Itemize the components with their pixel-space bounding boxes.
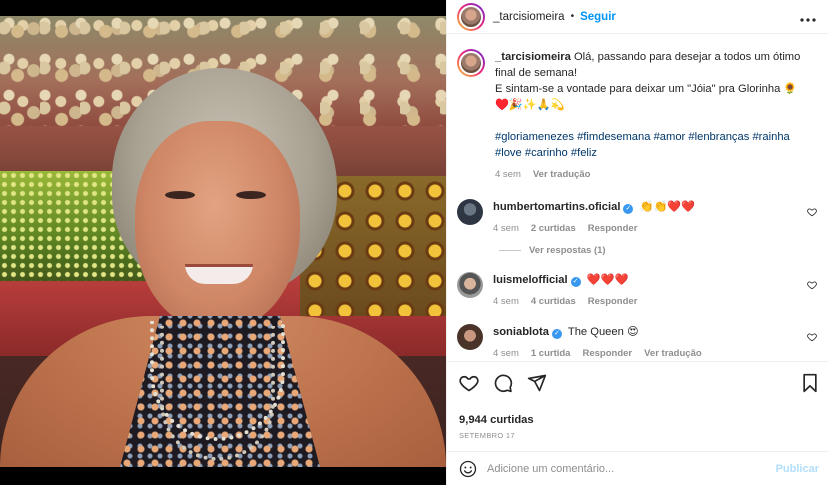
comment-time[interactable]: 4 sem: [493, 221, 519, 237]
comment-item: soniablota ✓ The Queen 😍 4 sem 1 curtida …: [457, 324, 819, 360]
comment-likes[interactable]: 1 curtida: [531, 346, 571, 360]
caption-time[interactable]: 4 sem: [495, 167, 521, 183]
comment-item: luismelofficial ✓ ❤️❤️❤️ 4 sem 4 curtidas…: [457, 272, 819, 310]
view-replies-label[interactable]: Ver respostas (1): [529, 245, 606, 256]
caption-translate[interactable]: Ver tradução: [533, 167, 591, 183]
comment-text: The Queen 😍: [567, 326, 639, 338]
comment-time[interactable]: 4 sem: [493, 346, 519, 360]
post-actions: 9,944 curtidas SETEMBRO 17: [447, 361, 828, 440]
like-comment-heart-icon[interactable]: [807, 280, 817, 290]
comment-icon[interactable]: [493, 373, 513, 393]
reply-button[interactable]: Responder: [588, 294, 638, 310]
verified-icon: ✓: [551, 329, 562, 339]
post-header: _tarcisiomeira • Seguir: [447, 0, 828, 34]
like-comment-heart-icon[interactable]: [807, 207, 817, 217]
commenter-avatar[interactable]: [457, 199, 483, 225]
post-side-panel: _tarcisiomeira • Seguir _tarcisiomeira O…: [446, 0, 828, 485]
comment-likes[interactable]: 2 curtidas: [531, 221, 576, 237]
like-heart-icon[interactable]: [459, 373, 479, 393]
like-comment-heart-icon[interactable]: [807, 332, 817, 342]
verified-icon: ✓: [570, 277, 581, 287]
commenter-avatar[interactable]: [457, 272, 483, 298]
comment-text: 👏👏❤️❤️: [639, 201, 696, 213]
post-photo[interactable]: [0, 0, 446, 485]
comment-item: humbertomartins.oficial ✓ 👏👏❤️❤️ 4 sem 2 …: [457, 199, 819, 237]
caption: _tarcisiomeira Olá, passando para deseja…: [457, 49, 819, 183]
reply-button[interactable]: Responder: [588, 221, 638, 237]
comment-username[interactable]: soniablota: [493, 326, 549, 338]
caption-username[interactable]: _tarcisiomeira: [495, 51, 571, 63]
more-options-icon[interactable]: [800, 9, 816, 25]
post-date[interactable]: SETEMBRO 17: [459, 431, 819, 440]
caption-hashtags[interactable]: #gloriamenezes #fimdesemana #amor #lenbr…: [495, 131, 790, 159]
instagram-post-modal: _tarcisiomeira • Seguir _tarcisiomeira O…: [0, 0, 828, 485]
publish-button[interactable]: Publicar: [776, 463, 819, 475]
comment-username[interactable]: luismelofficial: [493, 274, 568, 286]
view-replies[interactable]: Ver respostas (1): [499, 245, 819, 256]
comments-list: _tarcisiomeira Olá, passando para deseja…: [447, 35, 828, 360]
smiling-woman: [0, 16, 446, 467]
share-icon[interactable]: [527, 373, 547, 393]
likes-count[interactable]: 9,944 curtidas: [459, 414, 819, 426]
caption-line2: E sintam-se a vontade para deixar um "Jó…: [495, 83, 798, 95]
comment-time[interactable]: 4 sem: [493, 294, 519, 310]
comment-composer: Publicar: [447, 451, 828, 485]
follow-button[interactable]: Seguir: [580, 11, 616, 23]
verified-icon: ✓: [623, 204, 634, 214]
comment-translate[interactable]: Ver tradução: [644, 346, 702, 360]
author-avatar[interactable]: [457, 2, 485, 31]
caption-avatar[interactable]: [457, 49, 485, 77]
comment-likes[interactable]: 4 curtidas: [531, 294, 576, 310]
reply-button[interactable]: Responder: [582, 346, 632, 360]
commenter-avatar[interactable]: [457, 324, 483, 350]
author-username[interactable]: _tarcisiomeira: [493, 11, 565, 23]
emoji-icon[interactable]: [459, 460, 477, 478]
comment-text: ❤️❤️❤️: [586, 274, 629, 286]
photo-scene: [0, 16, 446, 467]
comment-input[interactable]: [487, 462, 776, 475]
bookmark-icon[interactable]: [801, 373, 819, 393]
comment-username[interactable]: humbertomartins.oficial: [493, 201, 620, 213]
caption-emojis: ♥️🎉✨🙏💫: [495, 99, 565, 111]
